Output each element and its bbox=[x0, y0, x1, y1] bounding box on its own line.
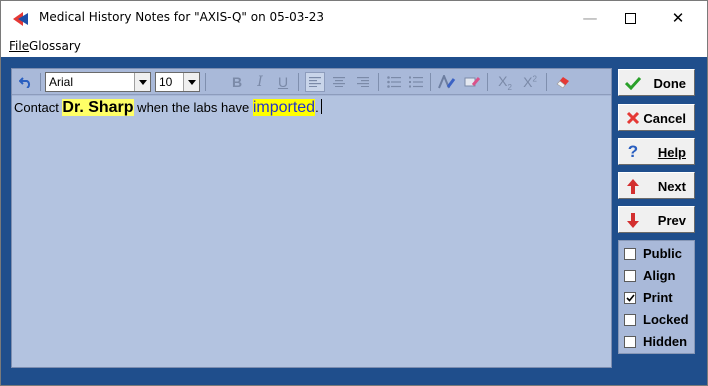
bullet-list-button[interactable] bbox=[384, 72, 404, 92]
menu-file-label: File bbox=[9, 39, 30, 53]
note-highlighted-name: Dr. Sharp bbox=[62, 99, 134, 116]
locked-label: Locked bbox=[643, 312, 689, 327]
superscript-button[interactable]: X2 bbox=[519, 72, 541, 92]
maximize-button[interactable] bbox=[607, 1, 653, 35]
align-left-button[interactable] bbox=[305, 72, 325, 92]
cancel-x-icon bbox=[625, 110, 641, 126]
underline-button[interactable]: U bbox=[273, 72, 293, 92]
undo-icon bbox=[19, 77, 31, 88]
menu-file[interactable]: File bbox=[9, 39, 29, 53]
question-mark-icon: ? bbox=[627, 142, 639, 161]
hidden-checkbox[interactable]: Hidden bbox=[624, 333, 694, 351]
bullet-list-icon bbox=[387, 76, 401, 88]
cancel-button[interactable]: Cancel bbox=[618, 104, 695, 131]
format-toolbar: Arial 10 B I U X2 X2 bbox=[12, 69, 611, 95]
toolbar-separator bbox=[430, 73, 431, 91]
editor-frame: Arial 10 B I U X2 X2 Contact Dr. Sharp w… bbox=[11, 68, 612, 368]
subscript-button[interactable]: X2 bbox=[494, 72, 516, 92]
help-button[interactable]: ? Help bbox=[618, 138, 695, 165]
font-color-icon bbox=[438, 75, 456, 89]
align-center-button[interactable] bbox=[329, 72, 349, 92]
note-text-segment: when the labs have bbox=[133, 100, 253, 115]
superscript-icon: X2 bbox=[523, 74, 537, 90]
cancel-label: Cancel bbox=[643, 111, 686, 126]
eraser-icon bbox=[556, 77, 569, 89]
font-size-select[interactable]: 10 bbox=[155, 72, 200, 92]
font-color-button[interactable] bbox=[436, 72, 458, 92]
checkbox-box bbox=[624, 314, 636, 326]
align-checkbox[interactable]: Align bbox=[624, 267, 694, 285]
toolbar-separator bbox=[298, 73, 299, 91]
text-caret bbox=[320, 99, 322, 114]
align-left-icon bbox=[309, 77, 321, 87]
toolbar-separator bbox=[378, 73, 379, 91]
checkbox-box bbox=[624, 248, 636, 260]
bold-button[interactable]: B bbox=[227, 72, 247, 92]
checkbox-box bbox=[624, 336, 636, 348]
chevron-down-icon bbox=[183, 73, 199, 91]
hidden-label: Hidden bbox=[643, 334, 688, 349]
print-label: Print bbox=[643, 290, 673, 305]
maximize-icon bbox=[624, 12, 636, 24]
note-text-segment: . bbox=[315, 100, 319, 115]
title-bar: Medical History Notes for "AXIS-Q" on 05… bbox=[1, 1, 707, 35]
undo-button[interactable] bbox=[16, 72, 36, 92]
font-family-select[interactable]: Arial bbox=[45, 72, 151, 92]
next-button[interactable]: Next bbox=[618, 172, 695, 199]
close-icon: ✕ bbox=[671, 9, 685, 27]
chevron-down-icon bbox=[134, 73, 150, 91]
help-label: Help bbox=[657, 145, 686, 160]
italic-button[interactable]: I bbox=[250, 72, 270, 92]
app-logo-icon bbox=[13, 12, 28, 26]
toolbar-separator bbox=[546, 73, 547, 91]
numbered-list-icon bbox=[409, 76, 423, 88]
underline-icon: U bbox=[277, 74, 289, 90]
checkmark-icon bbox=[624, 292, 636, 304]
toolbar-separator bbox=[487, 73, 488, 91]
notes-window: Medical History Notes for "AXIS-Q" on 05… bbox=[0, 0, 708, 386]
bold-icon: B bbox=[231, 74, 243, 90]
options-panel: Public Align Print Locked Hidden bbox=[618, 240, 695, 354]
done-button[interactable]: Done bbox=[618, 69, 695, 96]
window-title: Medical History Notes for "AXIS-Q" on 05… bbox=[39, 10, 324, 24]
highlighter-icon bbox=[464, 77, 481, 87]
numbered-list-button[interactable] bbox=[406, 72, 426, 92]
checkmark-icon bbox=[625, 75, 641, 91]
align-right-icon bbox=[357, 77, 369, 87]
menu-glossary-label: Glossary bbox=[29, 39, 81, 53]
clear-formatting-button[interactable] bbox=[552, 72, 574, 92]
align-right-button[interactable] bbox=[353, 72, 373, 92]
note-text-editor[interactable]: Contact Dr. Sharp when the labs have imp… bbox=[12, 96, 611, 367]
content-area: Arial 10 B I U X2 X2 Contact Dr. Sharp w… bbox=[1, 57, 707, 385]
minimize-icon: — bbox=[582, 9, 598, 27]
note-text-segment: Contact bbox=[14, 100, 63, 115]
toolbar-separator bbox=[205, 73, 206, 91]
italic-icon: I bbox=[257, 74, 263, 90]
menu-bar: File Glossary bbox=[1, 35, 707, 57]
prev-label: Prev bbox=[657, 213, 686, 228]
note-highlighted-word: imported bbox=[252, 99, 316, 116]
prev-button[interactable]: Prev bbox=[618, 206, 695, 233]
font-family-value: Arial bbox=[49, 75, 74, 89]
font-size-value: 10 bbox=[159, 75, 173, 89]
done-label: Done bbox=[653, 76, 687, 91]
arrow-up-icon bbox=[625, 178, 641, 194]
checkbox-box bbox=[624, 270, 636, 282]
locked-checkbox[interactable]: Locked bbox=[624, 311, 694, 329]
note-line: Contact Dr. Sharp when the labs have imp… bbox=[14, 99, 322, 117]
highlight-button[interactable] bbox=[461, 72, 483, 92]
public-checkbox[interactable]: Public bbox=[624, 245, 694, 263]
close-button[interactable]: ✕ bbox=[655, 1, 701, 35]
toolbar-separator bbox=[40, 73, 41, 91]
next-label: Next bbox=[657, 179, 686, 194]
print-checkbox[interactable]: Print bbox=[624, 289, 694, 307]
align-center-icon bbox=[333, 77, 345, 87]
subscript-icon: X2 bbox=[498, 72, 512, 92]
align-label: Align bbox=[643, 268, 676, 283]
menu-glossary[interactable]: Glossary bbox=[29, 39, 81, 53]
public-label: Public bbox=[643, 246, 683, 261]
arrow-down-icon bbox=[625, 212, 641, 228]
